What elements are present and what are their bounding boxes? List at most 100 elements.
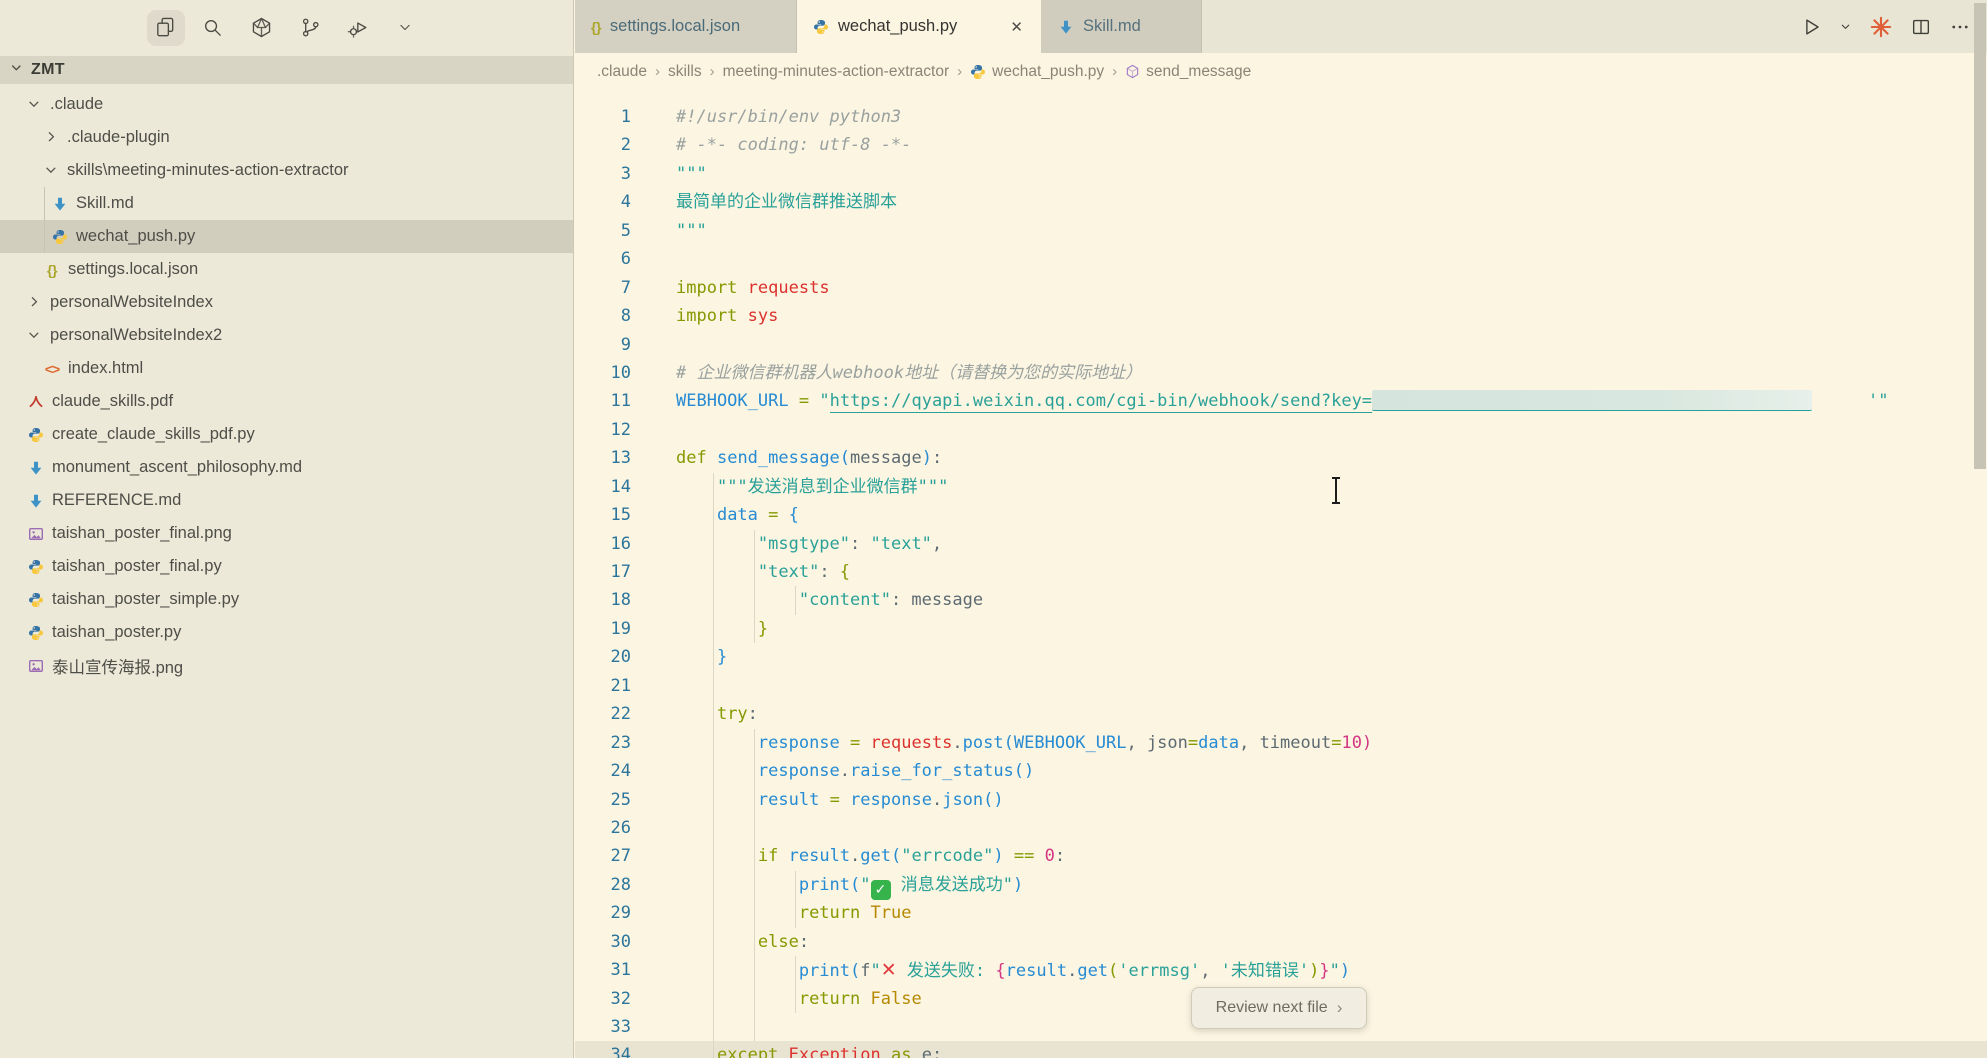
tree-item-.claude-plugin[interactable]: .claude-plugin — [0, 121, 573, 154]
claude-icon[interactable] — [1869, 15, 1893, 39]
code-line-29[interactable]: 29 return True — [575, 899, 1987, 927]
tree-item-personalwebsiteindex2[interactable]: personalWebsiteIndex2 — [0, 319, 573, 352]
indent-guide — [754, 814, 755, 842]
code-line-4[interactable]: 4最简单的企业微信群推送脚本 — [575, 188, 1987, 216]
tree-item-taishan-poster-final.py[interactable]: taishan_poster_final.py — [0, 550, 573, 583]
code-line-9[interactable]: 9 — [575, 331, 1987, 359]
breadcrumb-item-.claude[interactable]: .claude — [597, 63, 647, 81]
code-line-27[interactable]: 27 if result.get("errcode") == 0: — [575, 842, 1987, 870]
indent-guide — [713, 956, 714, 984]
more-actions-icon[interactable] — [1949, 16, 1971, 38]
line-number: 25 — [575, 786, 631, 814]
split-editor-icon[interactable] — [1910, 16, 1932, 38]
indent-guide — [713, 672, 714, 700]
py-file-icon — [50, 228, 70, 245]
code-line-10[interactable]: 10# 企业微信群机器人webhook地址（请替换为您的实际地址） — [575, 359, 1987, 387]
code-line-17[interactable]: 17 "text": { — [575, 558, 1987, 586]
line-number: 2 — [575, 131, 631, 159]
py-file-icon — [26, 426, 46, 443]
run-options-icon[interactable] — [1839, 20, 1852, 33]
code-line-25[interactable]: 25 result = response.json() — [575, 786, 1987, 814]
code-line-23[interactable]: 23 response = requests.post(WEBHOOK_URL,… — [575, 729, 1987, 757]
tree-item-.claude[interactable]: .claude — [0, 88, 573, 121]
line-number: 22 — [575, 700, 631, 728]
code-line-1[interactable]: 1#!/usr/bin/env python3 — [575, 103, 1987, 131]
code-text: import sys — [631, 302, 1987, 330]
vscode-window: ZMT .claude.claude-pluginskills\meeting-… — [0, 0, 1987, 1058]
code-line-12[interactable]: 12 — [575, 416, 1987, 444]
tree-item-claude-skills.pdf[interactable]: claude_skills.pdf — [0, 385, 573, 418]
tree-item-settings.local.json[interactable]: {}settings.local.json — [0, 253, 573, 286]
code-text: # -*- coding: utf-8 -*- — [631, 131, 1987, 159]
tree-item-index.html[interactable]: <>index.html — [0, 352, 573, 385]
tree-item-reference.md[interactable]: REFERENCE.md — [0, 484, 573, 517]
code-line-20[interactable]: 20 } — [575, 643, 1987, 671]
breadcrumb-item-wechat-push.py[interactable]: wechat_push.py — [970, 63, 1104, 81]
tree-item-wechat-push.py[interactable]: wechat_push.py — [0, 220, 573, 253]
tab-wechat-push-py[interactable]: wechat_push.py✕ — [797, 0, 1042, 53]
code-line-15[interactable]: 15 data = { — [575, 501, 1987, 529]
tree-item-skills-meeting-minutes-action-extractor[interactable]: skills\meeting-minutes-action-extractor — [0, 154, 573, 187]
code-line-24[interactable]: 24 response.raise_for_status() — [575, 757, 1987, 785]
chevron-down-icon[interactable] — [396, 19, 420, 43]
source-control-icon[interactable] — [299, 16, 323, 40]
indent-guide — [713, 1013, 714, 1041]
tree-item--.png[interactable]: 泰山宣传海报.png — [0, 649, 573, 682]
code-text: """ — [631, 160, 1987, 188]
code-editor[interactable]: 1#!/usr/bin/env python32# -*- coding: ut… — [575, 90, 1987, 1058]
code-line-30[interactable]: 30 else: — [575, 928, 1987, 956]
code-line-16[interactable]: 16 "msgtype": "text", — [575, 530, 1987, 558]
code-line-19[interactable]: 19 } — [575, 615, 1987, 643]
tab-skill-md[interactable]: Skill.md — [1042, 0, 1202, 53]
code-line-3[interactable]: 3""" — [575, 160, 1987, 188]
tree-item-create-claude-skills-pdf.py[interactable]: create_claude_skills_pdf.py — [0, 418, 573, 451]
code-line-11[interactable]: 11WEBHOOK_URL = "https://qyapi.weixin.qq… — [575, 387, 1987, 415]
tree-item-taishan-poster.py[interactable]: taishan_poster.py — [0, 616, 573, 649]
line-number: 14 — [575, 473, 631, 501]
code-line-26[interactable]: 26 — [575, 814, 1987, 842]
code-line-18[interactable]: 18 "content": message — [575, 586, 1987, 614]
indent-guide — [713, 871, 714, 899]
code-text — [631, 245, 1987, 273]
tree-item-taishan-poster-final.png[interactable]: taishan_poster_final.png — [0, 517, 573, 550]
code-line-31[interactable]: 31 print(f"✕ 发送失败: {result.get('errmsg',… — [575, 956, 1987, 984]
project-header[interactable]: ZMT — [0, 56, 573, 84]
code-line-6[interactable]: 6 — [575, 245, 1987, 273]
indent-guide — [754, 757, 755, 785]
scrollbar[interactable] — [1974, 3, 1986, 469]
search-icon[interactable] — [201, 16, 225, 40]
code-text: try: — [631, 700, 1987, 728]
code-line-34[interactable]: 34 except Exception as e: — [575, 1041, 1987, 1058]
code-line-13[interactable]: 13def send_message(message): — [575, 444, 1987, 472]
code-line-22[interactable]: 22 try: — [575, 700, 1987, 728]
tree-item-taishan-poster-simple.py[interactable]: taishan_poster_simple.py — [0, 583, 573, 616]
code-text: print("✓ 消息发送成功") — [631, 871, 1987, 899]
review-next-file-button[interactable]: Review next file › — [1191, 987, 1367, 1029]
tree-item-monument-ascent-philosophy.md[interactable]: monument_ascent_philosophy.md — [0, 451, 573, 484]
run-icon[interactable] — [1800, 16, 1822, 38]
breadcrumb-item-meeting-minutes-action-extractor[interactable]: meeting-minutes-action-extractor — [723, 63, 950, 81]
breadcrumb-item-send-message[interactable]: send_message — [1125, 63, 1251, 81]
code-line-2[interactable]: 2# -*- coding: utf-8 -*- — [575, 131, 1987, 159]
line-number: 10 — [575, 359, 631, 387]
code-line-28[interactable]: 28 print("✓ 消息发送成功") — [575, 871, 1987, 899]
code-line-14[interactable]: 14 """发送消息到企业微信群""" — [575, 473, 1987, 501]
png-file-icon — [26, 657, 46, 674]
run-debug-icon[interactable] — [347, 16, 371, 40]
code-text: response.raise_for_status() — [631, 757, 1987, 785]
code-line-7[interactable]: 7import requests — [575, 274, 1987, 302]
tab-settings-local-json[interactable]: {}settings.local.json — [575, 0, 797, 53]
code-line-8[interactable]: 8import sys — [575, 302, 1987, 330]
tree-item-skill.md[interactable]: Skill.md — [0, 187, 573, 220]
tree-item-personalwebsiteindex[interactable]: personalWebsiteIndex — [0, 286, 573, 319]
close-icon[interactable]: ✕ — [1008, 16, 1025, 38]
indent-guide — [754, 729, 755, 757]
indent-guide — [713, 615, 714, 643]
explorer-icon[interactable] — [154, 16, 178, 40]
code-text: } — [631, 615, 1987, 643]
code-line-5[interactable]: 5""" — [575, 217, 1987, 245]
extensions-icon[interactable] — [250, 16, 274, 40]
code-line-21[interactable]: 21 — [575, 672, 1987, 700]
line-number: 28 — [575, 871, 631, 899]
breadcrumb-item-skills[interactable]: skills — [668, 63, 702, 81]
